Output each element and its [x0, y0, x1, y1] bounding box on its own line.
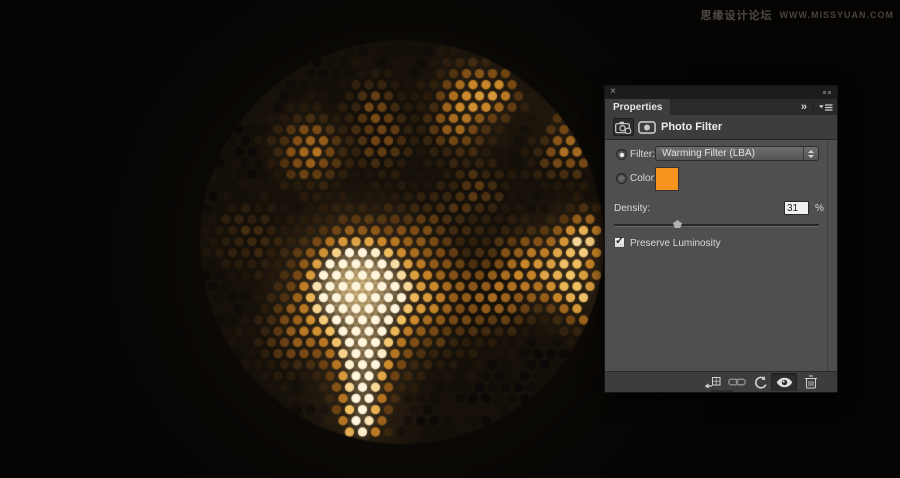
filter-dropdown-value: Warming Filter (LBA)	[656, 148, 803, 159]
density-slider[interactable]	[614, 218, 819, 232]
preserve-luminosity-label: Preserve Luminosity	[630, 238, 721, 249]
density-unit: %	[815, 203, 824, 214]
panel-header: Photo Filter	[605, 115, 837, 140]
close-icon[interactable]: ×	[610, 86, 616, 98]
content-gutter	[827, 140, 828, 371]
watermark-site-name: 思缘设计论坛	[701, 7, 773, 23]
tab-properties-label: Properties	[613, 102, 662, 113]
panel-tab-controls: »	[801, 99, 833, 115]
visibility-button[interactable]	[771, 373, 797, 391]
collapse-panels-icon[interactable]: »	[801, 100, 807, 114]
density-slider-track[interactable]	[614, 224, 819, 227]
photoshop-workspace: 思缘设计论坛 WWW.MISSYUAN.COM × Properties »	[0, 0, 900, 478]
panel-menu-icon[interactable]	[813, 101, 833, 113]
panel-content: Filter: Warming Filter (LBA) Color: Dens…	[605, 140, 837, 371]
clip-to-layer-button[interactable]	[701, 372, 723, 392]
dropdown-arrows-icon	[803, 147, 818, 160]
photo-filter-icon	[613, 118, 634, 136]
reset-button[interactable]	[751, 372, 771, 392]
density-input[interactable]	[784, 201, 809, 215]
filter-radio[interactable]	[616, 149, 627, 160]
link-button[interactable]	[726, 372, 748, 392]
panel-tab-row: Properties »	[605, 99, 837, 115]
layer-mask-icon	[638, 121, 656, 134]
filter-dropdown[interactable]: Warming Filter (LBA)	[655, 146, 819, 161]
panel-header-title: Photo Filter	[661, 121, 722, 133]
checkmark-icon: ✓	[615, 234, 624, 247]
preserve-luminosity-checkbox[interactable]: ✓	[614, 237, 625, 248]
titlebar-grip-icon	[823, 91, 831, 94]
color-radio[interactable]	[616, 173, 627, 184]
tab-properties[interactable]: Properties	[605, 99, 670, 115]
filter-label: Filter:	[630, 149, 655, 160]
panel-resize-grip[interactable]	[711, 390, 733, 392]
watermark: 思缘设计论坛 WWW.MISSYUAN.COM	[701, 7, 895, 23]
properties-panel: × Properties » Photo Filter	[604, 85, 838, 393]
color-swatch[interactable]	[655, 167, 679, 191]
delete-button[interactable]	[800, 372, 822, 392]
density-label: Density:	[614, 203, 650, 214]
panel-bottom-bar	[605, 371, 837, 392]
watermark-site-url: WWW.MISSYUAN.COM	[780, 10, 895, 20]
color-label: Color:	[630, 173, 657, 184]
panel-titlebar[interactable]: ×	[605, 86, 837, 99]
